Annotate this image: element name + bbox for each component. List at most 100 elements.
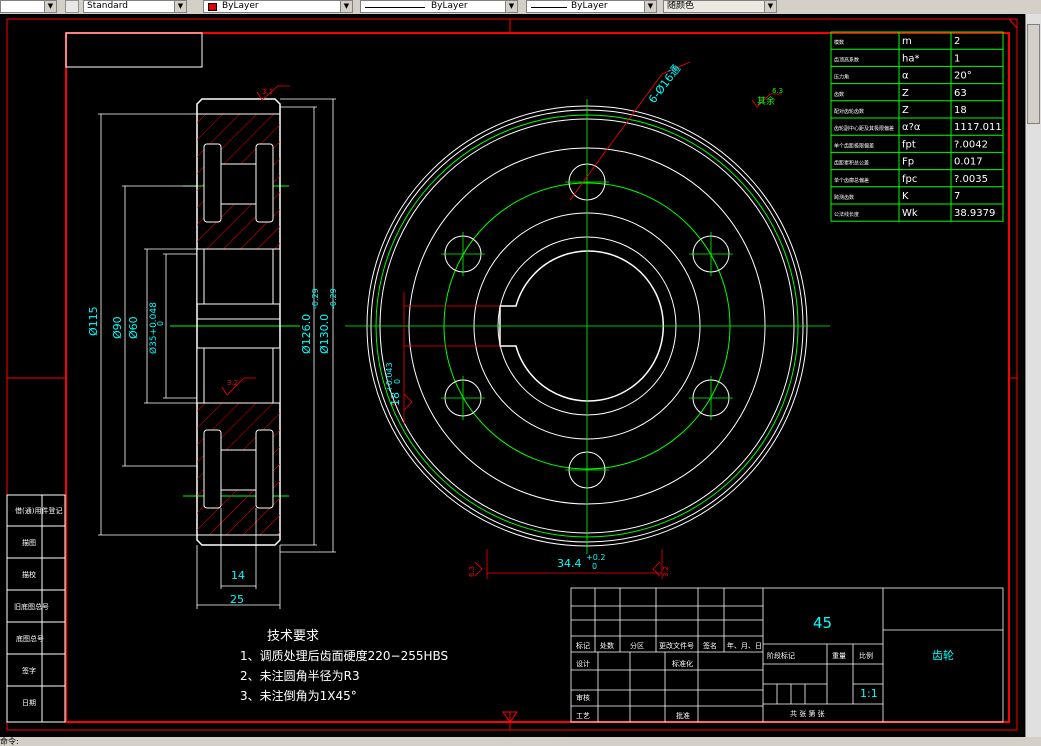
tb-process: 工艺 — [576, 712, 590, 720]
chevron-down-icon[interactable]: ▼ — [644, 1, 656, 12]
chevron-down-icon[interactable]: ▼ — [44, 1, 56, 12]
param-cell: 7 — [954, 191, 960, 202]
param-cell: fpt — [902, 139, 916, 150]
param-cell: α?α — [902, 122, 921, 133]
linetype-value: ByLayer — [431, 1, 468, 11]
param-cell: 压力角 — [834, 74, 849, 81]
dim-14: 14 — [231, 569, 245, 582]
dim-keyway-depth-tol: +0.2 — [586, 553, 605, 562]
tech-line-2: 2、未注圆角半径为R3 — [240, 668, 360, 683]
command-prompt: 命令: — [0, 737, 19, 746]
corner-mark — [1008, 18, 1018, 29]
tb-header-3: 更改文件号 — [659, 641, 694, 650]
param-cell: 齿距累积总公差 — [834, 160, 869, 167]
rough-4: 6.3 — [468, 566, 476, 577]
param-cell: 1 — [954, 53, 960, 64]
drawing-canvas[interactable]: 借(通)用件登记 描图 描校 旧底图总号 底图总号 签字 日期 模数 m 2 齿顶高系… — [0, 14, 1025, 737]
dim-d130: Ø130.0 — [318, 314, 331, 354]
param-cell: 20° — [954, 71, 972, 82]
chevron-down-icon[interactable]: ▼ — [340, 1, 352, 12]
color-combo[interactable]: ByLayer ▼ — [203, 0, 353, 13]
section-view — [170, 98, 300, 546]
text-style-icon[interactable] — [65, 0, 79, 13]
param-cell: Z — [902, 88, 909, 99]
chevron-down-icon[interactable]: ▼ — [505, 1, 517, 12]
rough-5: 3.2 — [662, 566, 670, 577]
tb-weight: 重量 — [832, 652, 846, 660]
param-cell: 齿顶高系数 — [834, 56, 859, 63]
tb-header-1: 处数 — [600, 641, 614, 650]
strip-label-2: 描校 — [22, 570, 36, 579]
param-cell: 63 — [954, 88, 967, 99]
rough-2: 3.2 — [227, 379, 238, 387]
plotstyle-combo[interactable]: 随颜色 ▼ — [663, 0, 777, 13]
dim-keyway-tol-low: 0 — [393, 379, 402, 384]
dim-d115: Ø115 — [87, 306, 100, 336]
dim-holes: 6-Ø16通 — [646, 62, 683, 105]
param-cell: 齿轮副中心距及其极限偏差 — [834, 125, 894, 132]
tb-approve: 批准 — [676, 711, 690, 720]
strip-label-1: 描图 — [22, 538, 36, 547]
param-cell: ?.0035 — [954, 174, 988, 185]
dim-keyway-width: 18 — [389, 392, 402, 406]
tb-sheets: 共 张 第 张 — [790, 709, 825, 718]
tb-scale: 1:1 — [860, 687, 878, 700]
param-cell: ?.0042 — [954, 139, 988, 150]
linetype-combo[interactable]: ByLayer ▼ — [360, 0, 518, 13]
dim-keyway-depth-tol-low: 0 — [592, 562, 597, 571]
front-centerlines — [345, 99, 830, 554]
strip-label-0: 借(通)用件登记 — [15, 506, 62, 515]
chevron-down-icon[interactable]: ▼ — [764, 1, 776, 12]
textstyle-combo[interactable]: Standard ▼ — [83, 0, 187, 13]
strip-label-5: 签字 — [22, 666, 36, 675]
tb-standardize: 标准化 — [672, 659, 693, 668]
strip-label-3: 旧底图总号 — [14, 602, 49, 611]
vertical-scrollbar[interactable] — [1025, 14, 1041, 737]
scrollbar-thumb[interactable] — [1027, 24, 1040, 124]
tb-header-0: 标记 — [576, 641, 590, 650]
dim-25: 25 — [230, 593, 244, 606]
rough-rest-val: 6.3 — [772, 87, 783, 95]
param-cell: 1117.011 — [954, 122, 1002, 133]
param-cell: K — [902, 191, 909, 202]
tb-header-2: 分区 — [630, 641, 644, 650]
color-swatch — [208, 3, 217, 11]
param-cell: 18 — [954, 105, 967, 116]
chevron-down-icon[interactable]: ▼ — [174, 1, 186, 12]
param-cell: 配对齿轮齿数 — [834, 108, 864, 115]
tb-header-4: 签名 — [703, 641, 717, 650]
left-strip: 借(通)用件登记 描图 描校 旧底图总号 底图总号 签字 日期 — [6, 494, 66, 723]
dim-d60: Ø60 — [127, 316, 140, 339]
dim-d130-tol: -0.29 — [329, 288, 338, 309]
dim-d35: Ø35+0.048 — [148, 302, 159, 354]
layer-combo[interactable]: ▼ — [0, 0, 57, 13]
parameter-table: 模数 m 2 齿顶高系数 ha* 1 压力角 α 20° 齿数 Z 63 配对齿轮齿数 Z 18 齿轮副中心距… — [830, 31, 1004, 222]
lineweight-combo[interactable]: ByLayer ▼ — [526, 0, 657, 13]
dim-keyway-depth: 34.4 — [557, 557, 582, 570]
properties-toolbar: ▼ Standard ▼ ByLayer ▼ ByLayer ▼ ByLayer… — [0, 0, 1041, 15]
tb-material: 45 — [813, 614, 832, 632]
param-cell: 跨测齿数 — [834, 194, 854, 201]
dim-d35-low: 0 — [156, 321, 165, 326]
param-cell: fpc — [902, 174, 917, 185]
command-line[interactable]: 命令: — [0, 737, 1041, 746]
dim-d90: Ø90 — [111, 316, 124, 339]
linetype-preview — [365, 7, 425, 8]
tb-review: 审核 — [576, 693, 590, 702]
color-value: ByLayer — [222, 1, 259, 11]
strip-label-6: 日期 — [22, 699, 36, 707]
tb-ratio: 比例 — [859, 651, 873, 660]
dim-d126: Ø126.0 — [300, 314, 313, 354]
param-cell: 单个齿廓总偏差 — [834, 177, 869, 184]
param-cell: Fp — [902, 157, 914, 168]
param-cell: 0.017 — [954, 157, 983, 168]
code-box — [65, 32, 203, 68]
param-cell: 2 — [954, 36, 960, 47]
lineweight-value: ByLayer — [571, 1, 608, 11]
dim-d126-tol: -0.29 — [311, 288, 320, 309]
param-cell: α — [902, 71, 909, 82]
param-cell: 38.9379 — [954, 208, 995, 219]
param-cell: ha* — [902, 53, 919, 64]
tb-header-5: 年、月、日 — [727, 641, 762, 650]
lineweight-preview — [531, 7, 567, 8]
